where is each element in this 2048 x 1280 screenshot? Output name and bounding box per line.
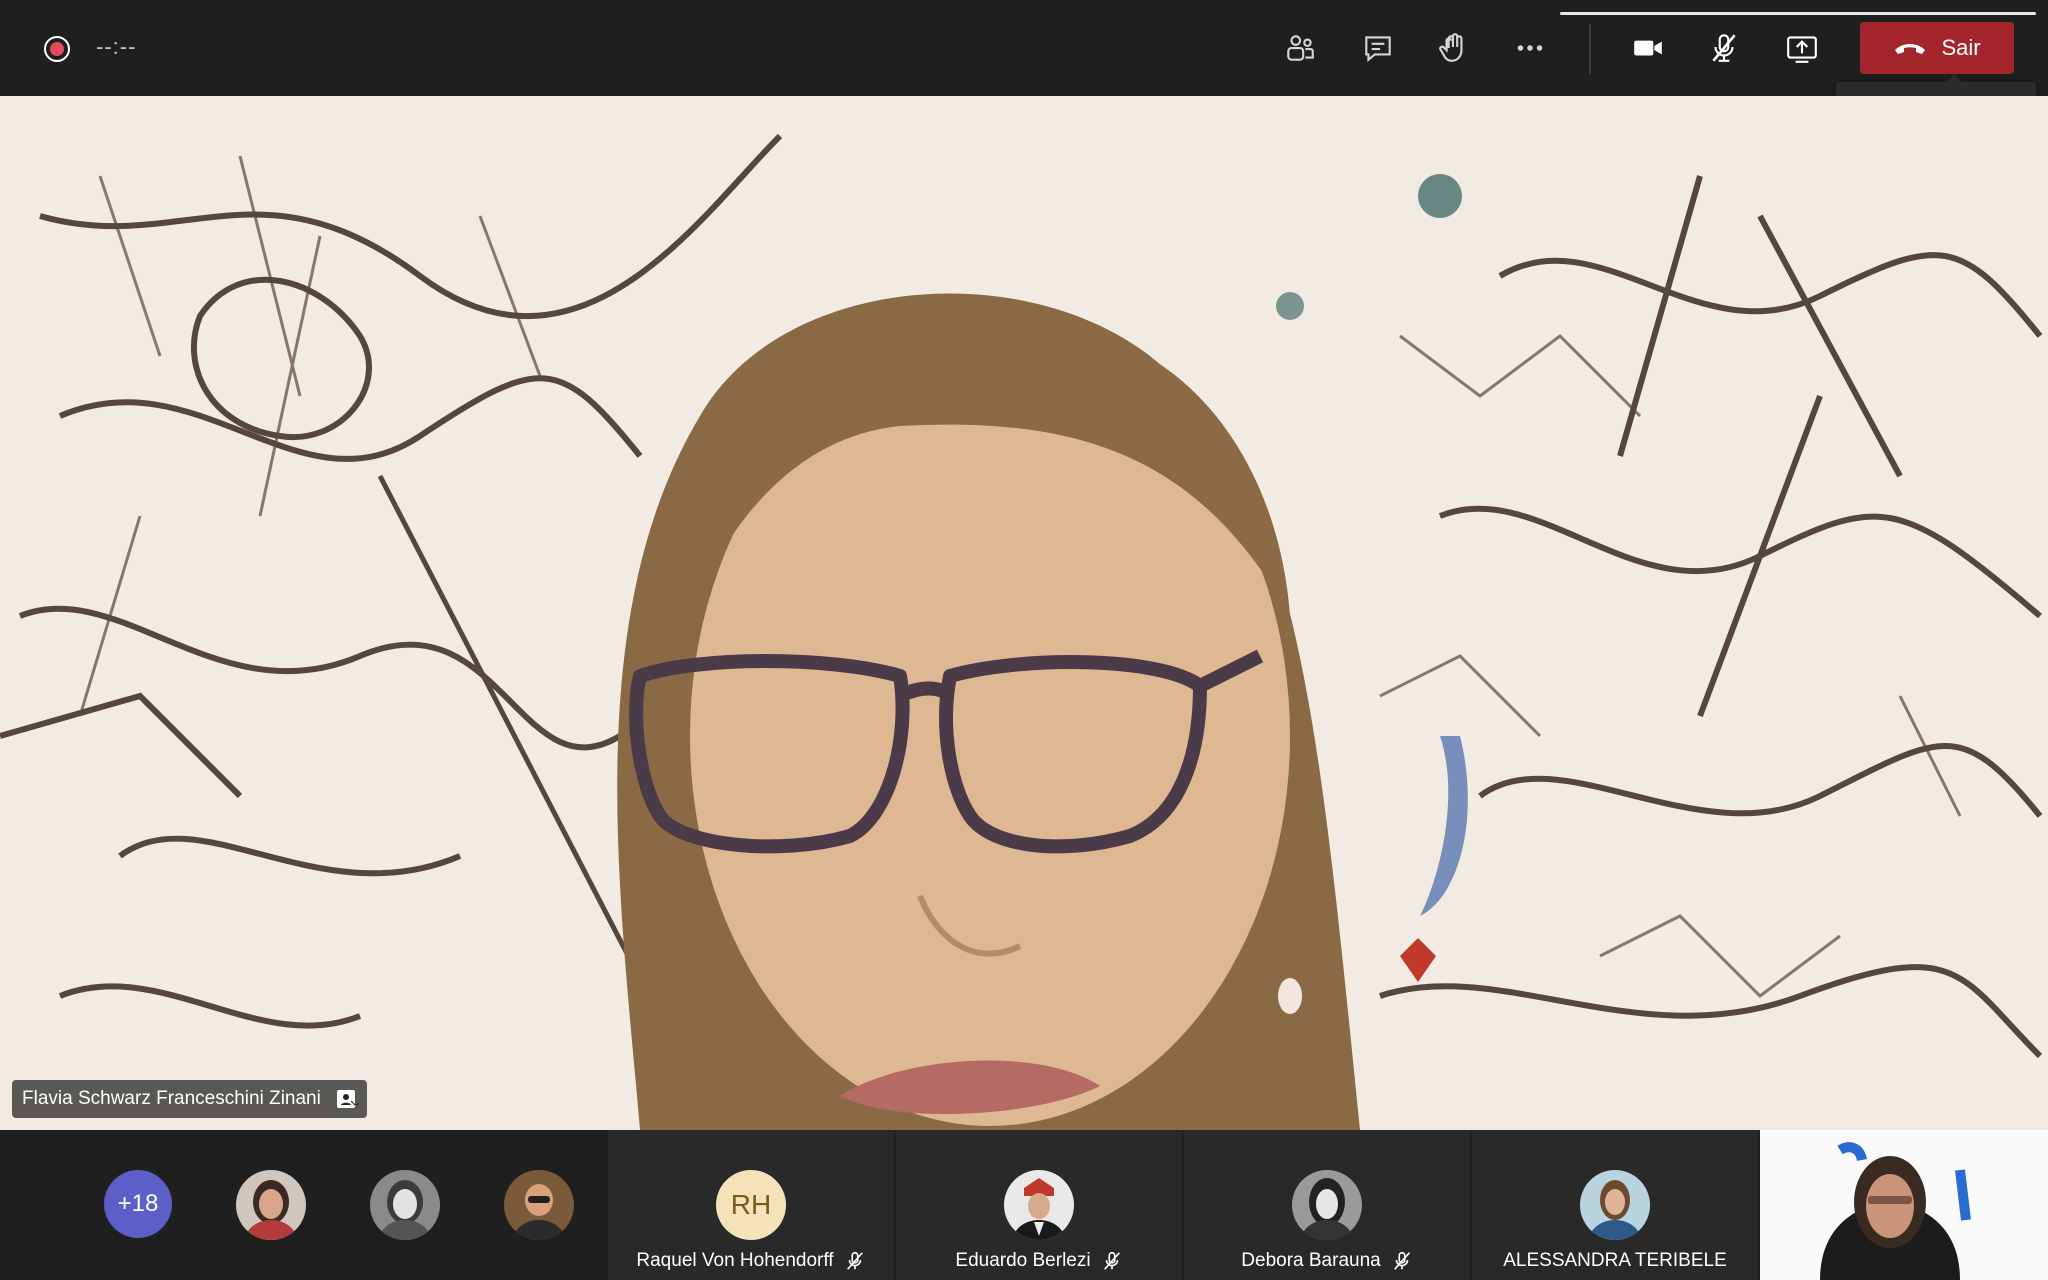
speaker-name-tag: Flavia Schwarz Franceschini Zinani [12, 1080, 367, 1118]
participant-name: Debora Barauna [1241, 1250, 1381, 1271]
mic-muted-icon [846, 1251, 863, 1270]
meeting-timer: --:-- [96, 34, 137, 59]
participant-tile[interactable]: Debora Barauna [1184, 1130, 1470, 1280]
more-participants-badge[interactable]: +18 [104, 1170, 172, 1238]
participant-avatar: RH [716, 1170, 786, 1240]
participant-name-row: ALESSANDRA TERIBELE [1472, 1250, 1758, 1272]
participant-name: ALESSANDRA TERIBELE [1503, 1250, 1727, 1271]
participant-tile[interactable]: ALESSANDRA TERIBELE [1472, 1130, 1758, 1280]
participant-avatar[interactable] [236, 1170, 306, 1240]
participant-avatar[interactable] [504, 1170, 574, 1240]
participant-avatar [1004, 1170, 1074, 1240]
share-screen-icon[interactable] [1782, 28, 1822, 68]
participant-name-row: Debora Barauna [1184, 1250, 1470, 1272]
participants-icon[interactable] [1280, 28, 1320, 68]
meeting-toolbar: --:-- Sair Sair (⌘+Shift+B) [0, 0, 2048, 134]
loading-bar [1560, 12, 2036, 15]
recording-indicator-icon [44, 36, 70, 62]
more-options-icon[interactable] [1510, 28, 1550, 68]
mic-muted-icon[interactable] [1704, 28, 1744, 68]
chat-icon[interactable] [1358, 28, 1398, 68]
participant-name: Raquel Von Hohendorff [636, 1250, 834, 1271]
speaker-video-frame [0, 133, 2043, 1130]
mic-muted-icon [1393, 1251, 1410, 1270]
mic-muted-icon [1103, 1251, 1120, 1270]
hang-up-icon [1895, 44, 1926, 54]
raise-hand-icon[interactable] [1434, 28, 1474, 68]
participant-avatar [1292, 1170, 1362, 1240]
camera-icon[interactable] [1628, 28, 1668, 68]
participant-avatar [1580, 1170, 1650, 1240]
toolbar-divider [1589, 24, 1591, 74]
participant-name-row: Eduardo Berlezi [896, 1250, 1182, 1272]
participant-name-row: Raquel Von Hohendorff [608, 1250, 894, 1272]
participant-avatar[interactable] [370, 1170, 440, 1240]
leave-button[interactable]: Sair [1860, 22, 2014, 74]
participant-tile[interactable]: RH Raquel Von Hohendorff [608, 1130, 894, 1280]
participant-strip: +18 RH Raquel Von Hohendorff Eduardo Ber… [0, 1130, 2048, 1280]
pinned-person-icon[interactable] [335, 1087, 359, 1111]
participant-tile[interactable]: Eduardo Berlezi [896, 1130, 1182, 1280]
speaker-name: Flavia Schwarz Franceschini Zinani [22, 1088, 321, 1109]
participant-name: Eduardo Berlezi [955, 1250, 1091, 1271]
leave-button-label: Sair [1941, 35, 1981, 60]
self-view-video[interactable] [1760, 1130, 2048, 1280]
main-speaker-video: Flavia Schwarz Franceschini Zinani [0, 96, 2048, 1130]
